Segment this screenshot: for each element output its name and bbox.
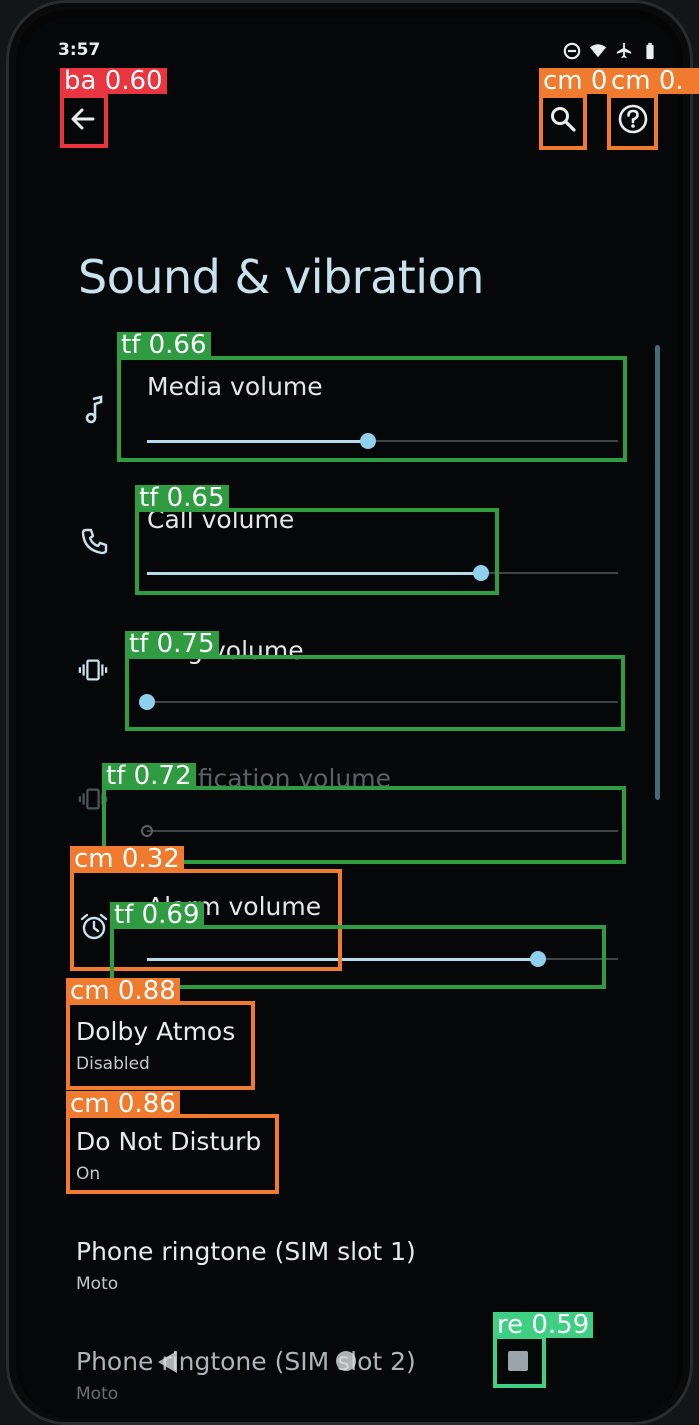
- detection-tag: tf 0.66: [117, 332, 211, 358]
- page-title: Sound & vibration: [78, 250, 484, 304]
- detection-box: [117, 356, 627, 462]
- detection-tag: tf 0.65: [135, 485, 229, 511]
- detection-box: [125, 655, 625, 731]
- battery-icon: [646, 42, 654, 60]
- detection-tag: re 0.59: [493, 1312, 594, 1338]
- detection-box: [110, 925, 606, 989]
- detection-tag: cm 0.88: [66, 978, 180, 1004]
- detection-box: [493, 1335, 546, 1388]
- detection-box: [607, 94, 658, 150]
- phone-ringtone-sim1-subtitle: Moto: [76, 1274, 119, 1294]
- detection-tag: cm 0.: [607, 68, 699, 94]
- detection-tag: ba 0.60: [60, 68, 167, 94]
- detection-tag: tf 0.75: [125, 631, 219, 657]
- detection-box: [539, 94, 587, 150]
- phone-icon: [80, 526, 110, 556]
- detection-box: [66, 1114, 279, 1194]
- detection-tag: cm 0.32: [70, 846, 184, 872]
- detection-tag: cm 0.86: [66, 1091, 180, 1117]
- detection-box: [135, 508, 499, 595]
- vibrate-icon: [78, 655, 108, 685]
- detection-tag: tf 0.69: [110, 902, 204, 928]
- wifi-icon: [589, 44, 607, 58]
- detection-box: [66, 1001, 255, 1090]
- detection-tag: cm 0.: [539, 68, 609, 94]
- nav-back-icon[interactable]: [155, 1349, 179, 1375]
- music-note-icon: [80, 395, 110, 425]
- navigation-bar: [0, 1335, 699, 1395]
- scrollbar[interactable]: [655, 345, 660, 800]
- nav-home-icon[interactable]: [334, 1349, 358, 1373]
- airplane-icon: [616, 42, 632, 59]
- status-time: 3:57: [58, 40, 101, 60]
- phone-ringtone-sim1-title[interactable]: Phone ringtone (SIM slot 1): [76, 1237, 416, 1266]
- detection-box: [60, 94, 108, 148]
- status-icons: [563, 40, 659, 62]
- detection-tag: tf 0.72: [102, 763, 196, 789]
- do-not-disturb-icon: [563, 42, 581, 60]
